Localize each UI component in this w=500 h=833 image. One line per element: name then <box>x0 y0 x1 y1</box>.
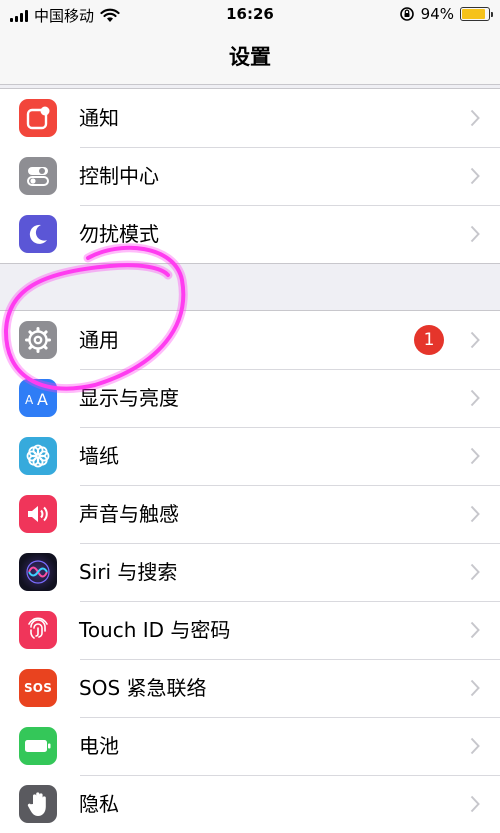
svg-text:A: A <box>37 390 48 408</box>
chevron-right-icon <box>470 331 480 349</box>
status-bar: 中国移动 16:26 94% <box>0 0 500 30</box>
hand-icon <box>19 785 57 823</box>
navigation-bar: 设置 <box>0 30 500 85</box>
display-icon: AA <box>19 379 57 417</box>
sos-icon-text: SOS <box>23 681 53 695</box>
row-label: 隐私 <box>79 792 119 816</box>
row-label: 显示与亮度 <box>79 386 179 410</box>
settings-row-notifications[interactable]: 通知 <box>0 89 500 147</box>
chevron-right-icon <box>470 225 480 243</box>
chevron-right-icon <box>470 167 480 185</box>
settings-row-privacy[interactable]: 隐私 <box>0 775 500 833</box>
notifications-icon <box>19 99 57 137</box>
row-label: 电池 <box>79 734 119 758</box>
speaker-icon <box>19 495 57 533</box>
settings-group-1: 通知 控制中心 勿扰模式 <box>0 88 500 264</box>
battery-percent: 94% <box>420 5 454 23</box>
gear-icon <box>19 321 57 359</box>
notification-badge: 1 <box>414 325 444 355</box>
settings-row-sounds-haptics[interactable]: 声音与触感 <box>0 485 500 543</box>
row-label: 声音与触感 <box>79 502 179 526</box>
settings-group-2: 通用 1 AA 显示与亮度 墙纸 声音与触感 Siri 与搜索 Touch ID… <box>0 310 500 833</box>
settings-row-display-brightness[interactable]: AA 显示与亮度 <box>0 369 500 427</box>
row-label: 墙纸 <box>79 444 119 468</box>
settings-row-siri-search[interactable]: Siri 与搜索 <box>0 543 500 601</box>
wallpaper-icon <box>19 437 57 475</box>
chevron-right-icon <box>470 679 480 697</box>
settings-row-control-center[interactable]: 控制中心 <box>0 147 500 205</box>
chevron-right-icon <box>470 505 480 523</box>
moon-icon <box>19 215 57 253</box>
settings-row-touch-id-passcode[interactable]: Touch ID 与密码 <box>0 601 500 659</box>
battery-icon <box>460 7 493 21</box>
settings-row-do-not-disturb[interactable]: 勿扰模式 <box>0 205 500 263</box>
chevron-right-icon <box>470 795 480 813</box>
settings-row-battery[interactable]: 电池 <box>0 717 500 775</box>
settings-row-general[interactable]: 通用 1 <box>0 311 500 369</box>
chevron-right-icon <box>470 621 480 639</box>
battery-icon <box>19 727 57 765</box>
row-label: 通用 <box>79 328 119 352</box>
settings-row-wallpaper[interactable]: 墙纸 <box>0 427 500 485</box>
row-label: 通知 <box>79 106 119 130</box>
chevron-right-icon <box>470 447 480 465</box>
fingerprint-icon <box>19 611 57 649</box>
row-label: 控制中心 <box>79 164 159 188</box>
siri-icon <box>19 553 57 591</box>
settings-row-emergency-sos[interactable]: SOS SOS 紧急联络 <box>0 659 500 717</box>
orientation-lock-icon <box>399 7 414 21</box>
chevron-right-icon <box>470 389 480 407</box>
row-label: Touch ID 与密码 <box>79 618 231 642</box>
chevron-right-icon <box>470 563 480 581</box>
sos-icon: SOS <box>19 669 57 707</box>
chevron-right-icon <box>470 109 480 127</box>
control-center-icon <box>19 157 57 195</box>
row-label: Siri 与搜索 <box>79 560 178 584</box>
svg-text:A: A <box>25 393 34 407</box>
row-label: 勿扰模式 <box>79 222 159 246</box>
row-label: SOS 紧急联络 <box>79 676 207 700</box>
chevron-right-icon <box>470 737 480 755</box>
page-title: 设置 <box>229 45 271 69</box>
